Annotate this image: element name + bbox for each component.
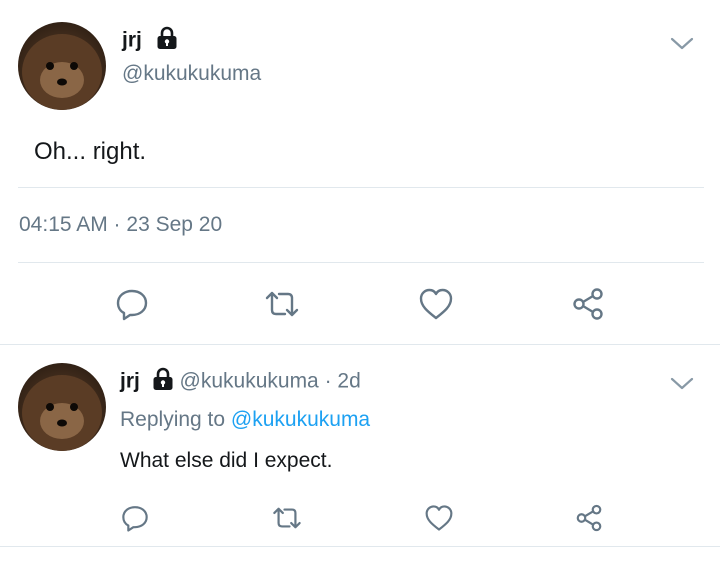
chevron-down-icon[interactable] [668, 32, 696, 56]
replying-to-label: Replying to [120, 408, 226, 431]
replying-to-link[interactable]: @kukukukuma [231, 408, 370, 431]
replying-to: Replying to @kukukukuma [120, 408, 370, 432]
timestamp[interactable]: 04:15 AM · 23 Sep 20 [19, 213, 222, 237]
display-name[interactable]: jrj [120, 370, 140, 393]
share-icon[interactable] [572, 501, 606, 535]
divider [0, 344, 720, 345]
handle[interactable]: @kukukukuma [180, 370, 319, 393]
divider [0, 546, 720, 547]
divider [18, 187, 704, 188]
reply-text: What else did I expect. [120, 449, 333, 472]
avatar[interactable] [18, 22, 106, 110]
chevron-down-icon[interactable] [668, 372, 696, 396]
avatar[interactable] [18, 363, 106, 451]
author-row: jrj [122, 26, 178, 56]
display-name[interactable]: jrj [122, 29, 142, 52]
handle[interactable]: @kukukukuma [122, 62, 261, 86]
share-icon[interactable] [568, 284, 608, 324]
divider [18, 262, 704, 263]
like-icon[interactable] [422, 501, 456, 535]
lock-icon [152, 367, 174, 397]
tweet-text: Oh... right. [34, 138, 147, 165]
reply-icon[interactable] [112, 284, 152, 324]
like-icon[interactable] [416, 284, 456, 324]
tweet-age: · 2d [324, 369, 361, 393]
lock-icon [156, 26, 178, 56]
retweet-icon[interactable] [270, 501, 304, 535]
reply-icon[interactable] [118, 501, 152, 535]
retweet-icon[interactable] [262, 284, 302, 324]
reply-author-row: jrj @kukukukuma · 2d [120, 367, 361, 397]
